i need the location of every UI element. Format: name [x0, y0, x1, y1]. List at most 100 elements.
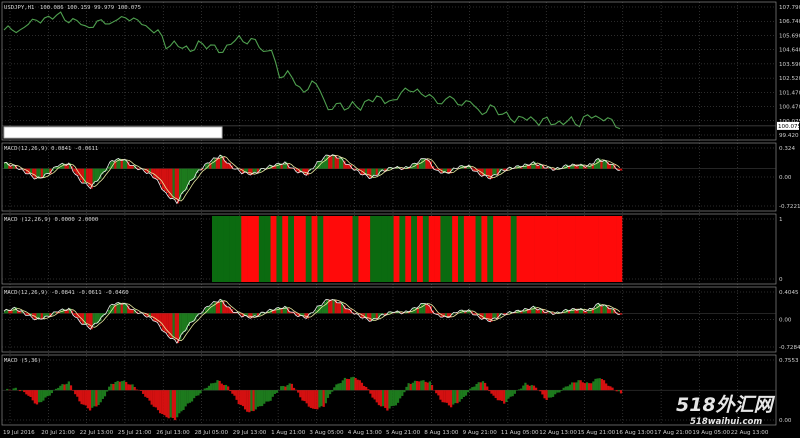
hist-bar	[216, 380, 219, 391]
hist-bar	[235, 390, 238, 400]
hist-bar	[86, 390, 90, 409]
signal-bar	[452, 216, 459, 282]
hist-bar	[27, 390, 30, 396]
hist-bar	[237, 390, 240, 405]
hist-bar	[375, 390, 378, 403]
hist-bar	[386, 390, 389, 411]
hist-bar	[275, 390, 279, 393]
signal-bar	[352, 216, 359, 282]
hist-bar	[150, 390, 153, 405]
hist-bar	[212, 383, 215, 391]
hist-bar	[156, 390, 160, 411]
hist-bar	[84, 390, 87, 406]
hist-bar	[203, 388, 206, 391]
hist-bar	[183, 313, 186, 333]
hist-bar	[588, 383, 591, 391]
hist-bar	[369, 313, 372, 322]
hist-bar	[214, 382, 217, 391]
pane-title: MACD (12,26,9) 0.0000 2.0000	[4, 217, 98, 223]
hist-bar	[356, 379, 359, 391]
hist-bar	[407, 383, 410, 391]
hist-bar	[354, 377, 357, 391]
signal-bar	[417, 216, 424, 282]
signal-bar	[364, 216, 371, 282]
hist-bar	[322, 390, 325, 407]
hist-bar	[267, 390, 270, 402]
hist-bar	[602, 305, 605, 314]
hist-bar	[40, 313, 44, 320]
signal-bar	[528, 216, 535, 282]
signal-bar	[264, 216, 271, 282]
hist-bar	[122, 160, 126, 169]
signal-bar	[376, 216, 383, 282]
hist-bar	[80, 390, 83, 405]
hist-bar	[570, 166, 573, 169]
hist-bar	[373, 168, 376, 176]
hist-bar	[142, 390, 145, 394]
hist-bar	[485, 313, 489, 319]
signal-bar	[551, 216, 558, 282]
hist-bar	[165, 390, 168, 418]
hist-bar	[437, 390, 440, 396]
hist-bar	[575, 382, 578, 391]
hist-bar	[460, 390, 463, 400]
hist-bar	[488, 313, 491, 322]
time-axis-label: 12 Aug 13:00	[539, 430, 577, 436]
hist-bar	[254, 313, 257, 316]
hist-bar	[299, 390, 302, 398]
hist-bar	[456, 390, 459, 404]
hist-bar	[335, 384, 338, 391]
signal-bar	[241, 216, 248, 282]
hist-bar	[560, 390, 563, 391]
hist-bar	[226, 163, 229, 169]
hist-bar	[217, 302, 221, 314]
hist-bar	[444, 168, 448, 172]
hist-bar	[490, 390, 493, 394]
hist-bar	[199, 390, 202, 394]
hist-bar	[325, 299, 329, 314]
signal-bar	[604, 216, 611, 282]
hist-bar	[348, 379, 351, 391]
signal-bar	[282, 216, 289, 282]
hist-bar	[176, 390, 179, 418]
hist-bar	[159, 313, 162, 327]
time-axis-label: 4 Aug 13:00	[348, 430, 383, 436]
hist-bar	[507, 390, 510, 399]
hist-bar	[101, 390, 104, 399]
y-tick-label: 104.640	[779, 48, 800, 54]
hist-bar	[161, 168, 165, 190]
pane-title: MACD (5,36)	[4, 358, 41, 364]
chart-panes: USDJPY,H1 100.086 100.159 99.979 100.075 1…	[2, 5, 800, 436]
hist-bar	[513, 390, 516, 394]
trading-chart[interactable]: USDJPY,H1 100.086 100.159 99.979 100.075 1…	[0, 0, 800, 438]
hist-bar	[94, 168, 98, 182]
hist-bar	[602, 380, 606, 391]
hist-bar	[274, 166, 277, 169]
hist-bar	[47, 168, 50, 174]
hist-bar	[37, 390, 41, 403]
hist-bar	[302, 168, 305, 172]
watermark-line2: 518waihui.com	[690, 417, 762, 427]
hist-bar	[425, 303, 428, 314]
hist-bar	[577, 380, 580, 391]
hist-bar	[486, 386, 489, 391]
hist-bar	[304, 168, 307, 175]
hist-bar	[590, 383, 593, 391]
time-axis-label: 28 Jul 05:00	[195, 430, 229, 436]
hist-bar	[377, 390, 381, 406]
hist-bar	[409, 383, 412, 391]
hist-bar	[59, 385, 62, 391]
hist-bar	[91, 390, 94, 408]
hist-bar	[265, 390, 268, 402]
hist-bar	[167, 390, 170, 419]
signal-bar	[458, 216, 465, 282]
hist-bar	[505, 390, 508, 402]
hist-bar	[31, 390, 34, 401]
hist-bar	[118, 381, 121, 391]
hist-bar	[286, 385, 289, 391]
hist-bar	[338, 157, 342, 169]
hist-bar	[211, 160, 214, 169]
signal-bar	[592, 216, 599, 282]
hist-bar	[273, 390, 276, 394]
hist-bar	[350, 377, 353, 391]
